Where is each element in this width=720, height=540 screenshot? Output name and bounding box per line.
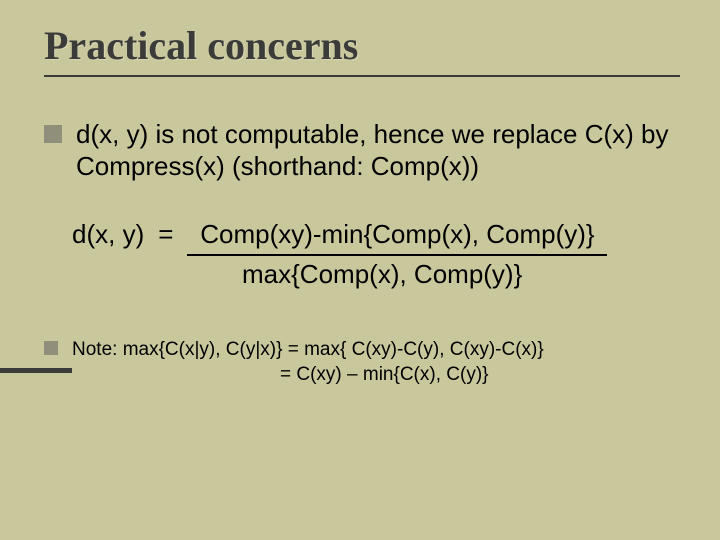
slide: Practical concerns d(x, y) is not comput…	[0, 0, 720, 540]
bullet-text: d(x, y) is not computable, hence we repl…	[76, 119, 680, 182]
accent-bar	[0, 368, 72, 373]
formula-numerator: Comp(xy)-min{Comp(x), Comp(y)}	[200, 219, 594, 249]
formula: d(x, y) = Comp(xy)-min{Comp(x), Comp(y)}…	[72, 218, 680, 292]
note-text: Note: max{C(x|y), C(y|x)} = max{ C(xy)-C…	[72, 338, 544, 387]
formula-lhs: d(x, y)	[72, 218, 144, 252]
formula-fraction: Comp(xy)-min{Comp(x), Comp(y)}	[187, 218, 607, 258]
fraction-bar	[187, 254, 607, 256]
note-item: Note: max{C(x|y), C(y|x)} = max{ C(xy)-C…	[44, 338, 680, 387]
note-line2: = C(xy) – min{C(x), C(y)}	[280, 364, 489, 385]
formula-denominator: max{Comp(x), Comp(y)}	[242, 258, 680, 292]
bullet-icon	[44, 341, 58, 355]
formula-row: d(x, y) = Comp(xy)-min{Comp(x), Comp(y)}	[72, 218, 680, 258]
bullet-icon	[44, 125, 62, 143]
slide-title: Practical concerns	[44, 22, 680, 69]
formula-eq: =	[158, 218, 173, 252]
title-underline	[44, 75, 680, 77]
note-line1: Note: max{C(x|y), C(y|x)} = max{ C(xy)-C…	[72, 339, 544, 360]
bullet-item: d(x, y) is not computable, hence we repl…	[44, 119, 680, 182]
